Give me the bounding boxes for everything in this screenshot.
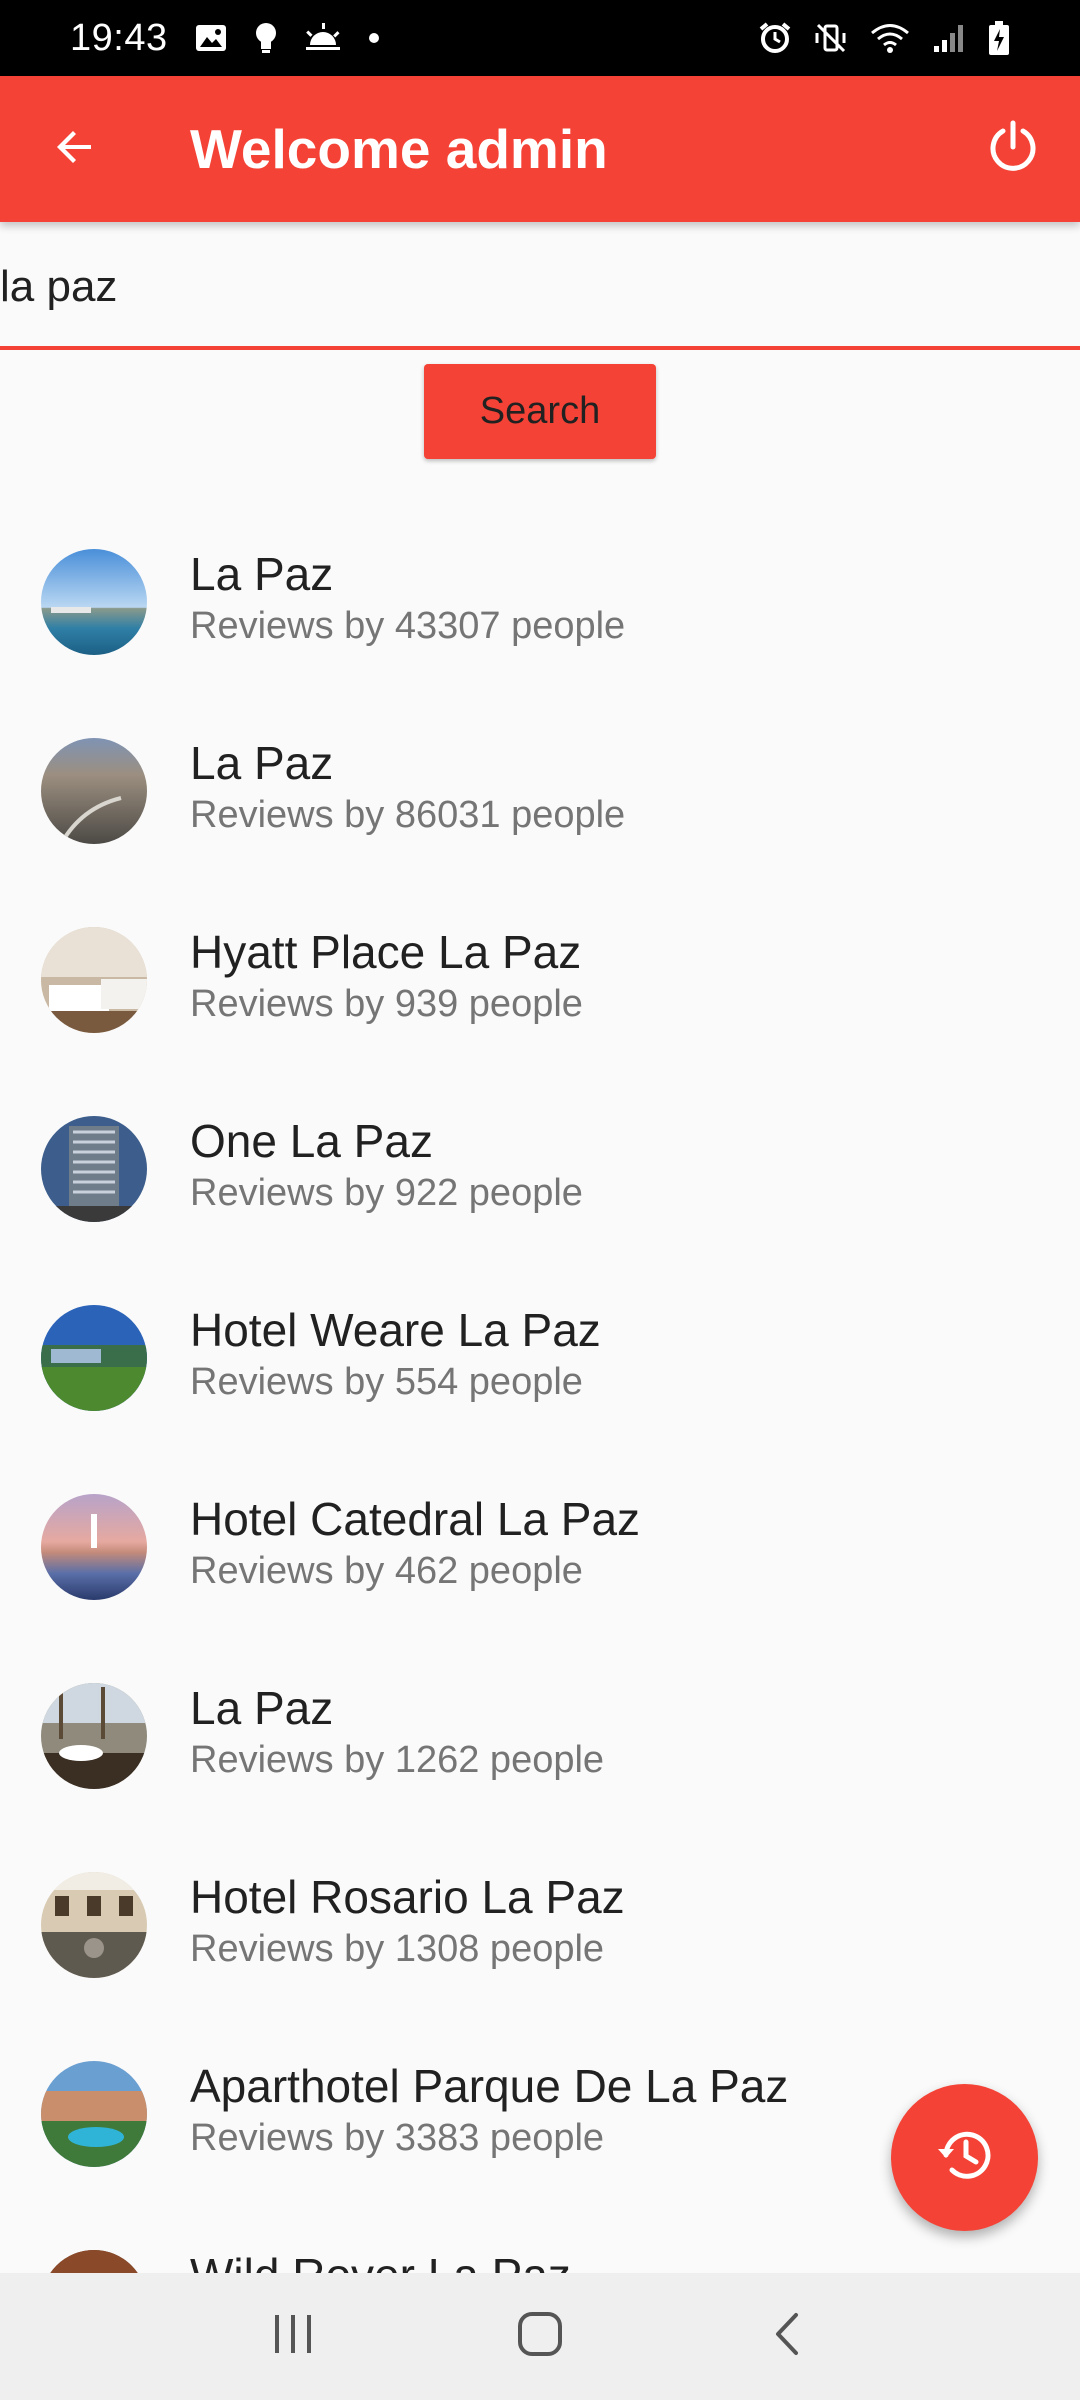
item-title: Aparthotel Parque De La Paz: [190, 2060, 789, 2112]
item-title: La Paz: [190, 737, 334, 789]
avatar: [41, 2061, 147, 2167]
logout-button[interactable]: [976, 112, 1050, 186]
item-subtitle: Reviews by 922 people: [190, 1172, 583, 1214]
avatar: [41, 738, 147, 844]
back-button[interactable]: [40, 114, 110, 184]
search-button[interactable]: Search: [424, 364, 656, 459]
list-item[interactable]: Hotel Weare La Paz Reviews by 554 people: [0, 1261, 1080, 1450]
app-bar: Welcome admin: [0, 76, 1080, 222]
back-icon: [772, 2311, 802, 2362]
list-item[interactable]: Hyatt Place La Paz Reviews by 939 people: [0, 883, 1080, 1072]
list-item[interactable]: La Paz Reviews by 86031 people: [0, 694, 1080, 883]
screen: 19:43 Welcome admin la paz Search La Paz…: [0, 0, 1080, 2400]
system-nav-bar: [0, 2273, 1080, 2400]
item-subtitle: Reviews by 86031 people: [190, 794, 626, 836]
home-icon: [517, 2311, 563, 2362]
item-subtitle: Reviews by 462 people: [190, 1550, 583, 1592]
item-subtitle: Reviews by 3383 people: [190, 2117, 605, 2159]
item-title: La Paz: [190, 548, 334, 600]
power-icon: [985, 119, 1041, 180]
avatar: [41, 927, 147, 1033]
item-subtitle: Reviews by 43307 people: [190, 605, 626, 647]
item-title: Hotel Catedral La Paz: [190, 1493, 641, 1545]
list-item[interactable]: Hotel Catedral La Paz Reviews by 462 peo…: [0, 1450, 1080, 1639]
avatar: [41, 549, 147, 655]
list-item[interactable]: One La Paz Reviews by 922 people: [0, 1072, 1080, 1261]
search-input[interactable]: [0, 252, 1080, 322]
status-left: 19:43: [70, 17, 380, 60]
avatar: [41, 2250, 147, 2273]
list-item[interactable]: Wild Rover La Paz: [0, 2206, 1080, 2273]
item-title: Hotel Weare La Paz: [190, 1304, 601, 1356]
history-fab[interactable]: [891, 2084, 1038, 2231]
recent-apps-icon: [271, 2313, 315, 2360]
home-button[interactable]: [490, 2287, 590, 2387]
status-time: 19:43: [70, 16, 168, 59]
weather-sunrise-icon: [304, 23, 342, 53]
item-title: One La Paz: [190, 1115, 433, 1167]
back-nav-button[interactable]: [737, 2287, 837, 2387]
history-icon: [934, 2124, 996, 2191]
alarm-icon: [758, 21, 792, 55]
arrow-back-icon: [51, 123, 99, 176]
battery-charging-icon: [988, 20, 1010, 56]
item-subtitle: Reviews by 554 people: [190, 1361, 583, 1403]
avatar: [41, 1116, 147, 1222]
result-list: La Paz Reviews by 43307 people La Paz Re…: [0, 505, 1080, 2273]
item-subtitle: Reviews by 1308 people: [190, 1928, 605, 1970]
signal-icon: [932, 22, 966, 54]
search-field: [0, 222, 1080, 350]
item-title: Wild Rover La Paz: [190, 2248, 571, 2273]
item-subtitle: Reviews by 939 people: [190, 983, 583, 1025]
item-title: La Paz: [190, 1682, 334, 1734]
page-title: Welcome admin: [190, 118, 608, 180]
item-title: Hotel Rosario La Paz: [190, 1871, 625, 1923]
list-item[interactable]: Hotel Rosario La Paz Reviews by 1308 peo…: [0, 1828, 1080, 2017]
avatar: [41, 1494, 147, 1600]
image-icon: [194, 23, 228, 53]
avatar: [41, 1872, 147, 1978]
status-right: [758, 20, 1010, 56]
item-title: Hyatt Place La Paz: [190, 926, 582, 978]
wifi-icon: [870, 22, 910, 54]
avatar: [41, 1305, 147, 1411]
lightbulb-icon: [254, 21, 278, 55]
recent-apps-button[interactable]: [243, 2287, 343, 2387]
list-item[interactable]: La Paz Reviews by 1262 people: [0, 1639, 1080, 1828]
dot-icon: [368, 32, 380, 44]
list-item[interactable]: La Paz Reviews by 43307 people: [0, 505, 1080, 694]
status-bar: 19:43: [0, 0, 1080, 76]
avatar: [41, 1683, 147, 1789]
vibrate-off-icon: [814, 21, 848, 55]
item-subtitle: Reviews by 1262 people: [190, 1739, 605, 1781]
